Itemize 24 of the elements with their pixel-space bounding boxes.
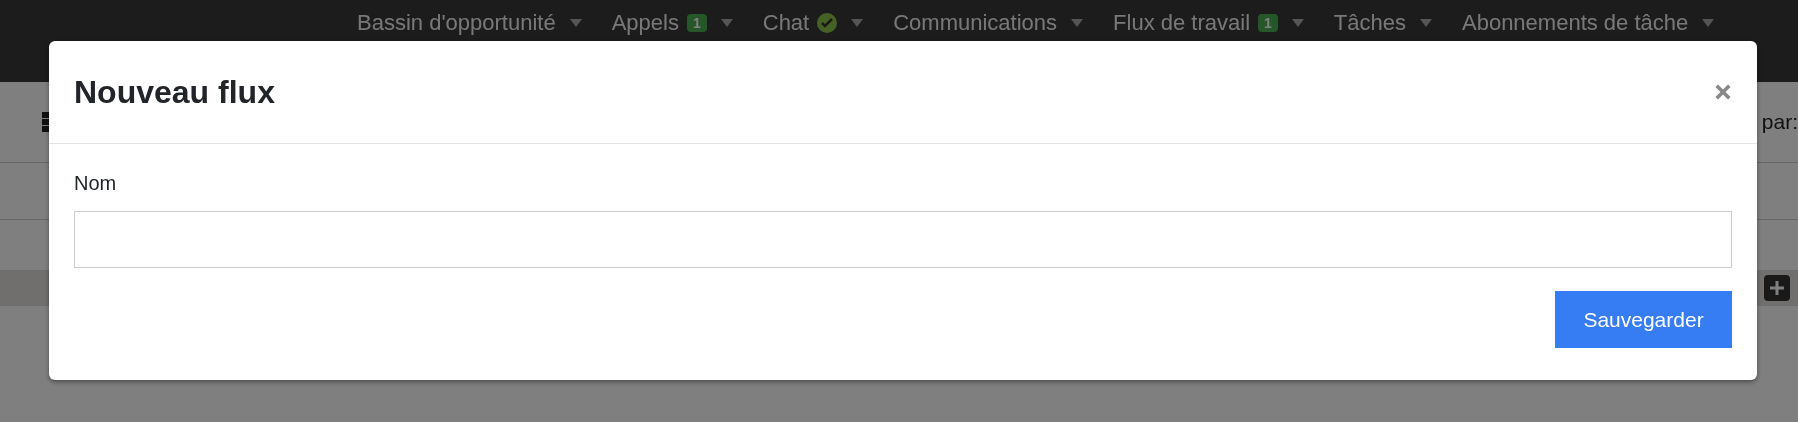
- nav-menu-item[interactable]: Bassin d'opportunité: [357, 10, 582, 36]
- count-badge: 1: [1258, 14, 1278, 32]
- count-badge: 1: [686, 14, 707, 32]
- nav-menu-item[interactable]: Communications: [893, 10, 1084, 36]
- caret-icon: [851, 19, 864, 27]
- sort-label: par:: [1761, 110, 1798, 134]
- add-button[interactable]: [1764, 275, 1790, 301]
- grid-icon: [42, 112, 49, 132]
- nav-menu-item[interactable]: Appels 1: [611, 10, 733, 36]
- close-icon[interactable]: [1714, 83, 1732, 101]
- save-button[interactable]: Sauvegarder: [1555, 291, 1732, 348]
- field-label: Nom: [74, 172, 118, 195]
- name-field[interactable]: [74, 211, 1732, 268]
- caret-icon: [1071, 19, 1084, 27]
- nav-menu-item[interactable]: Abonnements de tâche: [1462, 10, 1715, 36]
- caret-icon: [1291, 19, 1304, 27]
- nav-menu-item[interactable]: Tâches: [1333, 10, 1432, 36]
- caret-icon: [1420, 19, 1432, 27]
- nav-menu-item[interactable]: Chat: [762, 10, 864, 36]
- nav-menu-item[interactable]: Flux de travail 1: [1113, 10, 1304, 36]
- caret-icon: [720, 19, 733, 27]
- caret-icon: [1702, 19, 1715, 27]
- caret-icon: [569, 19, 582, 27]
- dialog-title: Nouveau flux: [74, 73, 275, 111]
